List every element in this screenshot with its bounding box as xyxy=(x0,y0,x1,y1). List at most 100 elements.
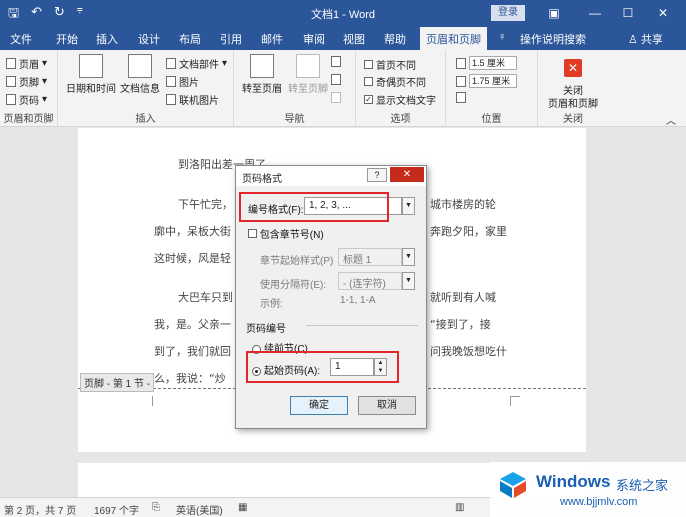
header-label: 页眉 xyxy=(19,60,39,71)
include-chapter-label: 包含章节号(N) xyxy=(259,230,324,241)
picture-button[interactable]: 图片 xyxy=(166,74,199,89)
different-odd-even-checkbox[interactable]: 奇偶页不同 xyxy=(364,74,426,89)
highlight-box-start-at xyxy=(246,351,399,383)
position-group: 1.5 厘米 1.75 厘米 位置 xyxy=(446,50,538,127)
different-odd-even-label: 奇偶页不同 xyxy=(376,78,426,89)
lightbulb-icon[interactable]: ♀ xyxy=(498,31,506,43)
footer-position-icon xyxy=(456,75,466,87)
watermark-brand: Windows xyxy=(536,472,611,491)
goto-footer-label: 转至页脚 xyxy=(288,84,328,95)
dialog-close-button[interactable]: ✕ xyxy=(390,167,424,182)
footer-icon xyxy=(6,76,16,87)
include-chapter-checkbox[interactable]: 包含章节号(N) xyxy=(248,226,324,241)
docinfo-label: 文档信息 xyxy=(120,84,160,95)
page-number-button[interactable]: 页码 ▾ xyxy=(6,92,47,107)
group-label-navigation: 导航 xyxy=(284,114,305,125)
example-value: 1-1, 1-A xyxy=(340,295,376,306)
group-label-insert: 插入 xyxy=(135,114,156,125)
docinfo-button[interactable]: 文档信息 xyxy=(120,54,160,95)
next-section-icon[interactable] xyxy=(331,74,341,85)
tab-insert[interactable]: 插入 xyxy=(96,31,118,47)
goto-header-icon xyxy=(250,54,274,78)
datetime-button[interactable]: 日期和时间 xyxy=(66,54,116,95)
goto-footer-button[interactable]: 转至页脚 xyxy=(288,54,328,95)
highlight-box-number-format xyxy=(239,192,389,222)
show-document-text-label: 显示文档文字 xyxy=(376,96,436,107)
word-count[interactable]: 1697 个字 xyxy=(94,502,139,517)
proofing-icon[interactable]: ⎘ xyxy=(152,502,160,513)
previous-section-icon[interactable] xyxy=(331,56,341,67)
footer-position-value[interactable]: 1.75 厘米 xyxy=(469,74,517,88)
previous-icon xyxy=(331,56,341,67)
watermark-cn: 系统之家 xyxy=(616,478,669,493)
windows-logo-icon xyxy=(500,472,526,498)
tab-review[interactable]: 审阅 xyxy=(303,31,325,47)
collapse-ribbon-icon[interactable]: ︿ xyxy=(666,112,676,127)
header-footer-group: 页眉 ▾ 页脚 ▾ 页码 ▾ 页眉和页脚 xyxy=(0,50,58,127)
quickparts-button[interactable]: 文档部件 ▾ xyxy=(166,56,227,71)
paragraph-line: “接到了，接 xyxy=(430,318,491,331)
options-group: 首页不同 奇偶页不同 ✓ 显示文档文字 选项 xyxy=(356,50,446,127)
footer-button[interactable]: 页脚 ▾ xyxy=(6,74,47,89)
separator-dropdown-icon[interactable]: ▼ xyxy=(402,272,415,290)
insert-alignment-tab-icon[interactable] xyxy=(456,92,466,103)
separator-select[interactable]: - (连字符) xyxy=(338,272,402,290)
number-format-dropdown-icon[interactable]: ▼ xyxy=(402,197,415,215)
share-button[interactable]: ♙ 共享 xyxy=(628,31,663,47)
ribbon-display-icon[interactable]: ▣ xyxy=(543,3,565,23)
language[interactable]: 英语(美国) xyxy=(176,502,223,517)
tab-header-footer[interactable]: 页眉和页脚 xyxy=(420,27,487,50)
chapter-style-select[interactable]: 标题 1 xyxy=(338,248,402,266)
tab-references[interactable]: 引用 xyxy=(220,31,242,47)
show-document-text-checkbox[interactable]: ✓ 显示文档文字 xyxy=(364,92,436,107)
footer-label: 页脚 xyxy=(19,78,39,89)
close-window-icon[interactable]: ✕ xyxy=(652,3,674,23)
quickparts-label: 文档部件 xyxy=(179,60,219,71)
watermark-url: www.bjjmlv.com xyxy=(560,496,638,508)
ok-button[interactable]: 确定 xyxy=(290,396,348,415)
tab-file[interactable]: 文件 xyxy=(10,31,32,47)
tab-home[interactable]: 开始 xyxy=(56,31,78,47)
header-position-spinner[interactable]: 1.5 厘米 xyxy=(456,56,517,70)
close-header-footer-icon[interactable]: ✕ xyxy=(564,59,582,77)
tab-design[interactable]: 设计 xyxy=(138,31,160,47)
different-first-page-checkbox[interactable]: 首页不同 xyxy=(364,57,416,72)
tab-mailings[interactable]: 邮件 xyxy=(261,31,283,47)
cancel-button[interactable]: 取消 xyxy=(358,396,416,415)
footer-position-spinner[interactable]: 1.75 厘米 xyxy=(456,74,517,88)
goto-header-button[interactable]: 转至页眉 xyxy=(242,54,282,95)
group-label-position: 位置 xyxy=(481,114,502,125)
tab-view[interactable]: 视图 xyxy=(343,31,365,47)
section-divider xyxy=(306,325,418,326)
page-number-icon xyxy=(6,94,16,105)
online-picture-button[interactable]: 联机图片 xyxy=(166,92,219,107)
online-picture-icon xyxy=(166,94,176,105)
checkbox-icon xyxy=(248,229,257,238)
maximize-icon[interactable]: ☐ xyxy=(617,3,639,23)
paragraph-line: 就听到有人喊 xyxy=(430,291,496,304)
login-button[interactable]: 登录 xyxy=(491,5,525,21)
header-button[interactable]: 页眉 ▾ xyxy=(6,56,47,71)
tell-me-search[interactable]: 操作说明搜索 xyxy=(520,31,586,47)
checkmark-icon: ✓ xyxy=(364,95,373,104)
close-header-footer-sub[interactable]: 页眉和页脚 xyxy=(538,95,608,110)
footer-section-label: 页脚 - 第 1 节 - xyxy=(80,373,155,392)
minimize-icon[interactable]: — xyxy=(584,3,606,23)
goto-footer-icon xyxy=(296,54,320,78)
help-button[interactable]: ? xyxy=(367,168,387,182)
accessibility-icon[interactable]: ▦ xyxy=(238,502,247,513)
read-mode-icon[interactable]: ▥ xyxy=(455,502,464,513)
tab-help[interactable]: 帮助 xyxy=(384,31,406,47)
chapter-style-label: 章节起始样式(P) xyxy=(260,256,334,267)
page-count[interactable]: 第 2 页，共 7 页 xyxy=(4,502,76,517)
link-to-previous-icon[interactable] xyxy=(331,92,341,103)
header-position-value[interactable]: 1.5 厘米 xyxy=(469,56,517,70)
tab-layout[interactable]: 布局 xyxy=(179,31,201,47)
checkbox-icon xyxy=(364,60,373,69)
paragraph-line: 大巴车只到 xyxy=(178,291,233,304)
different-first-page-label: 首页不同 xyxy=(376,61,416,72)
group-label-header-footer: 页眉和页脚 xyxy=(3,114,54,125)
group-label-close: 关闭 xyxy=(563,114,583,125)
link-icon xyxy=(331,92,341,103)
chapter-style-dropdown-icon[interactable]: ▼ xyxy=(402,248,415,266)
